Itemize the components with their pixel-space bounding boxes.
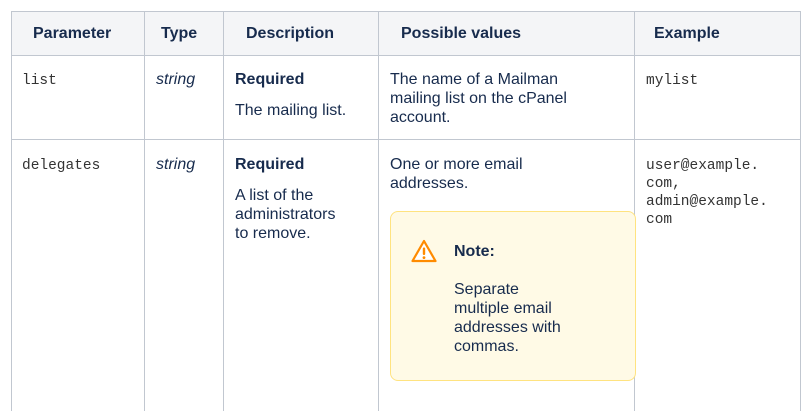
example-value: user@example. com, admin@example. com bbox=[646, 158, 768, 228]
param-description: A list of the administrators to remove. bbox=[235, 187, 336, 242]
note-body: Separate multiple email addresses with c… bbox=[454, 281, 561, 355]
column-divider bbox=[11, 11, 12, 411]
header-description: Description bbox=[246, 25, 335, 42]
column-divider bbox=[378, 11, 379, 411]
parameters-table: Parameter Type Description Possible valu… bbox=[11, 11, 801, 411]
header-example: Example bbox=[654, 25, 720, 42]
param-name: delegates bbox=[22, 158, 101, 174]
row-divider bbox=[11, 139, 800, 140]
required-label: Required bbox=[235, 156, 305, 173]
table-header-row: Parameter Type Description Possible valu… bbox=[11, 11, 800, 56]
column-divider bbox=[800, 11, 801, 411]
possible-values: The name of a Mailman mailing list on th… bbox=[390, 71, 567, 126]
param-name: list bbox=[22, 73, 57, 89]
param-type: string bbox=[156, 71, 196, 88]
header-possible-values: Possible values bbox=[401, 25, 522, 42]
column-divider bbox=[223, 11, 224, 411]
column-divider bbox=[144, 11, 145, 411]
example-value: mylist bbox=[646, 73, 699, 89]
possible-values: One or more email addresses. bbox=[390, 156, 523, 192]
note-title: Note: bbox=[454, 243, 495, 260]
note-panel: Note: Separate multiple email addresses … bbox=[390, 211, 636, 381]
warning-icon bbox=[411, 239, 437, 263]
header-parameter: Parameter bbox=[33, 25, 112, 42]
header-type: Type bbox=[161, 25, 198, 42]
param-type: string bbox=[156, 156, 196, 173]
required-label: Required bbox=[235, 71, 305, 88]
param-description: The mailing list. bbox=[235, 102, 347, 119]
